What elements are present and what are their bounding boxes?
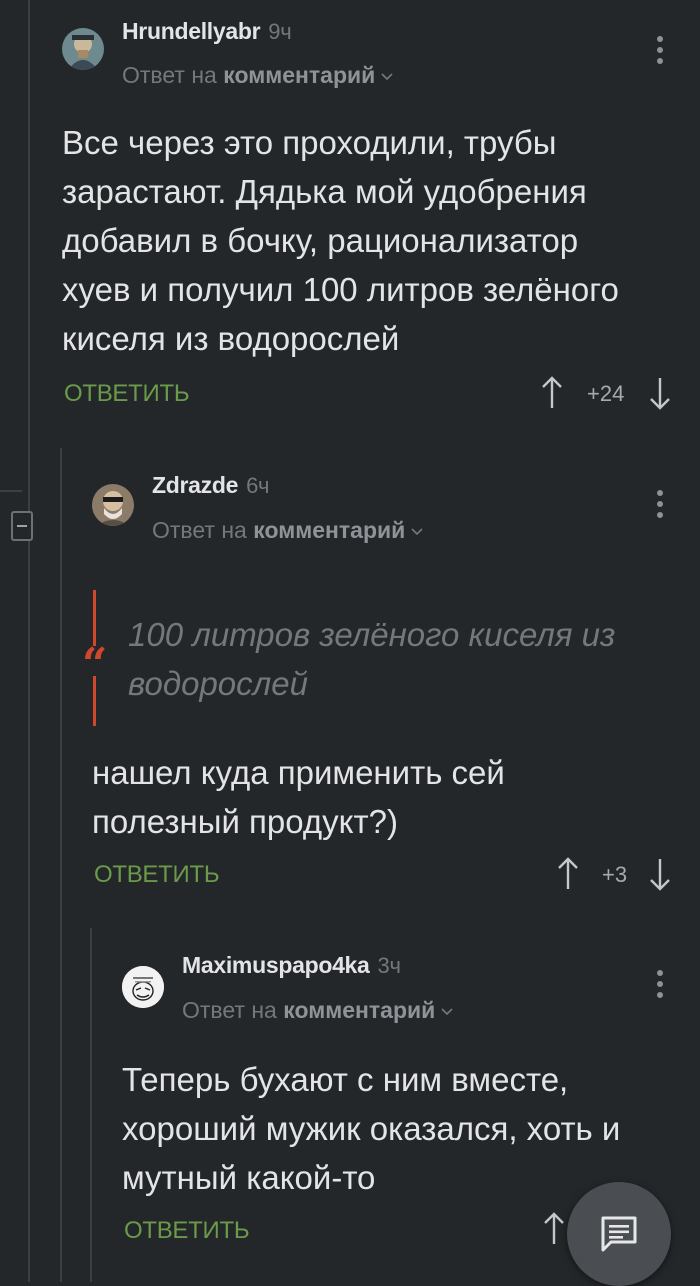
rating-value: +3 xyxy=(602,862,628,887)
quote-bar xyxy=(93,590,96,646)
avatar[interactable] xyxy=(92,484,134,526)
downvote-icon[interactable] xyxy=(648,376,672,410)
reply-button[interactable]: ОТВЕТИТЬ xyxy=(94,861,220,889)
add-comment-button[interactable] xyxy=(567,1182,671,1286)
upvote-icon[interactable] xyxy=(540,376,564,410)
upvote-icon[interactable] xyxy=(542,1212,566,1246)
thread-line xyxy=(90,928,92,1282)
rating-value: +24 xyxy=(587,381,625,406)
username[interactable]: Zdrazde 6ч xyxy=(152,472,270,499)
reply-to-link[interactable]: Ответ на комментарий xyxy=(122,62,393,89)
timestamp: 6ч xyxy=(246,473,270,498)
reply-to-link[interactable]: Ответ на комментарий xyxy=(152,517,423,544)
username[interactable]: Maximuspapo4ka 3ч xyxy=(182,952,401,979)
thread-line xyxy=(60,448,62,1282)
username[interactable]: Hrundellyabr 9ч xyxy=(122,18,292,45)
timestamp: 9ч xyxy=(268,19,292,44)
quoted-text: 100 литров зелёного киселя из водорослей xyxy=(128,616,616,702)
more-options-icon[interactable] xyxy=(657,490,663,520)
quote-bar xyxy=(93,676,96,726)
comment-text: нашел куда применить сей полезный продук… xyxy=(92,754,505,840)
chevron-down-icon xyxy=(411,528,423,536)
chevron-down-icon xyxy=(381,73,393,81)
collapse-thread-button[interactable] xyxy=(11,511,33,541)
more-options-icon[interactable] xyxy=(657,36,663,66)
reply-button[interactable]: ОТВЕТИТЬ xyxy=(124,1217,250,1245)
downvote-icon[interactable] xyxy=(648,857,672,891)
more-options-icon[interactable] xyxy=(657,970,663,1000)
comment-text: Теперь бухают с ним вместе, хороший мужи… xyxy=(122,1061,621,1196)
comment-text: Все через это проходили, трубы зарастают… xyxy=(62,124,619,357)
avatar[interactable] xyxy=(122,966,164,1008)
timestamp: 3ч xyxy=(377,953,401,978)
reply-button[interactable]: ОТВЕТИТЬ xyxy=(64,380,190,408)
comment-icon xyxy=(601,1216,637,1252)
avatar[interactable] xyxy=(62,28,104,70)
thread-line xyxy=(28,0,30,1282)
thread-branch xyxy=(0,490,22,492)
chevron-down-icon xyxy=(441,1008,453,1016)
reply-to-link[interactable]: Ответ на комментарий xyxy=(182,997,453,1024)
upvote-icon[interactable] xyxy=(556,857,580,891)
